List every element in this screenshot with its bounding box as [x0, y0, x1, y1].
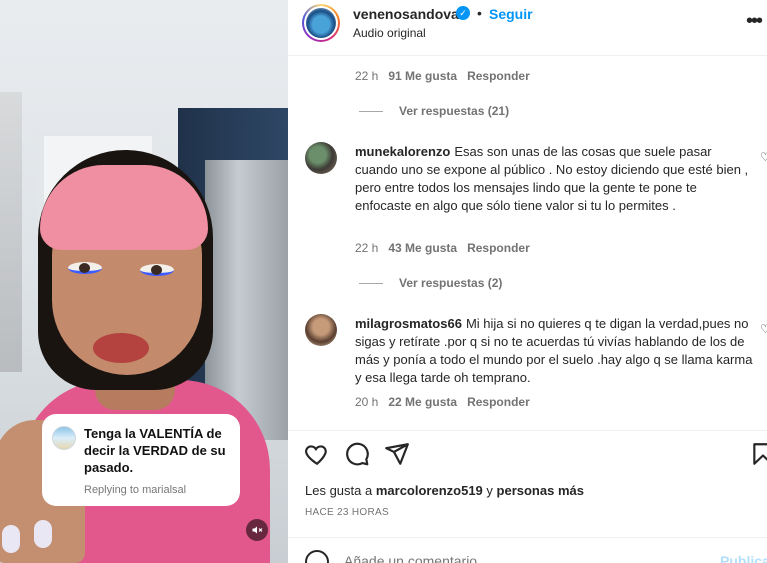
commenter-avatar[interactable]: [305, 142, 337, 174]
share-icon[interactable]: [384, 441, 410, 467]
post-timestamp[interactable]: HACE 23 HORAS: [305, 507, 389, 518]
comment-time: 20 h: [355, 395, 379, 409]
post-comment-button[interactable]: Publicar: [720, 553, 767, 563]
reply-sticker[interactable]: Tenga la VALENTÍA de decir la VERDAD de …: [42, 414, 240, 506]
emoji-icon[interactable]: [305, 550, 329, 563]
commenter-avatar[interactable]: [305, 314, 337, 346]
likes-prefix: Les gusta a: [305, 483, 373, 498]
person-eye-right: [140, 264, 174, 276]
reply-button[interactable]: Responder: [467, 395, 530, 409]
comment-time: 22 h: [355, 241, 379, 255]
person-mouth: [93, 333, 149, 363]
reply-sticker-replying-to: Replying to marialsal: [84, 484, 187, 496]
comment-text: munekalorenzo Esas son unas de las cosas …: [355, 143, 755, 215]
comment-input[interactable]: [344, 553, 674, 563]
commenter-username[interactable]: milagrosmatos66: [355, 316, 462, 331]
comment-meta: 22 h 43 Me gusta Responder: [355, 241, 530, 255]
audio-label[interactable]: Audio original: [353, 26, 426, 40]
author-username[interactable]: venenosandoval: [353, 6, 463, 22]
comment-icon[interactable]: [344, 441, 370, 467]
speaker-muted-icon: [252, 526, 263, 534]
post-header: venenosandoval ✓ • Seguir Audio original…: [288, 0, 767, 56]
comment-likes[interactable]: 91 Me gusta: [388, 69, 457, 83]
heart-icon[interactable]: [304, 441, 330, 467]
comment-meta: 20 h 22 Me gusta Responder: [355, 395, 530, 409]
author-avatar[interactable]: [302, 4, 340, 42]
video-shelf: [0, 92, 22, 372]
comment-text: milagrosmatos66 Mi hija si no quieres q t…: [355, 315, 755, 387]
likes-and: y: [486, 483, 493, 498]
comment-likes[interactable]: 43 Me gusta: [388, 241, 457, 255]
person-nail: [34, 520, 52, 548]
reel-video[interactable]: Tenga la VALENTÍA de decir la VERDAD de …: [0, 0, 288, 563]
comment-time: 22 h: [355, 69, 379, 83]
heart-outline-icon[interactable]: ♡: [760, 322, 767, 336]
liker-username[interactable]: marcolorenzo519: [376, 483, 483, 498]
reply-sticker-avatar: [52, 426, 76, 450]
person-nail: [2, 525, 20, 553]
person-eye-left: [68, 262, 102, 274]
add-comment-bar: Publicar: [288, 537, 767, 563]
commenter-username[interactable]: munekalorenzo: [355, 144, 450, 159]
comment-meta: 22 h 91 Me gusta Responder: [355, 69, 530, 83]
comments-list[interactable]: 22 h 91 Me gusta Responder Ver respuestas …: [288, 57, 767, 429]
bookmark-icon[interactable]: [750, 441, 767, 467]
follow-button[interactable]: Seguir: [489, 6, 533, 22]
ellipsis-icon[interactable]: •••: [746, 10, 763, 33]
person-headband: [40, 165, 208, 250]
post-panel: venenosandoval ✓ • Seguir Audio original…: [288, 0, 767, 563]
reply-sticker-text: Tenga la VALENTÍA de decir la VERDAD de …: [84, 426, 226, 475]
mute-button[interactable]: [246, 519, 268, 541]
view-replies-button[interactable]: Ver respuestas (21): [359, 104, 509, 118]
likes-others-link[interactable]: personas más: [497, 483, 584, 498]
comment-likes[interactable]: 22 Me gusta: [388, 395, 457, 409]
view-replies-button[interactable]: Ver respuestas (2): [359, 276, 502, 290]
heart-outline-icon[interactable]: ♡: [760, 150, 767, 164]
likes-summary: Les gusta a marcolorenzo519 y personas m…: [305, 483, 584, 498]
reply-button[interactable]: Responder: [467, 69, 530, 83]
separator-dot: •: [477, 5, 482, 21]
reply-button[interactable]: Responder: [467, 241, 530, 255]
post-actions: Les gusta a marcolorenzo519 y personas m…: [288, 430, 767, 530]
verified-badge-icon: ✓: [456, 6, 470, 20]
